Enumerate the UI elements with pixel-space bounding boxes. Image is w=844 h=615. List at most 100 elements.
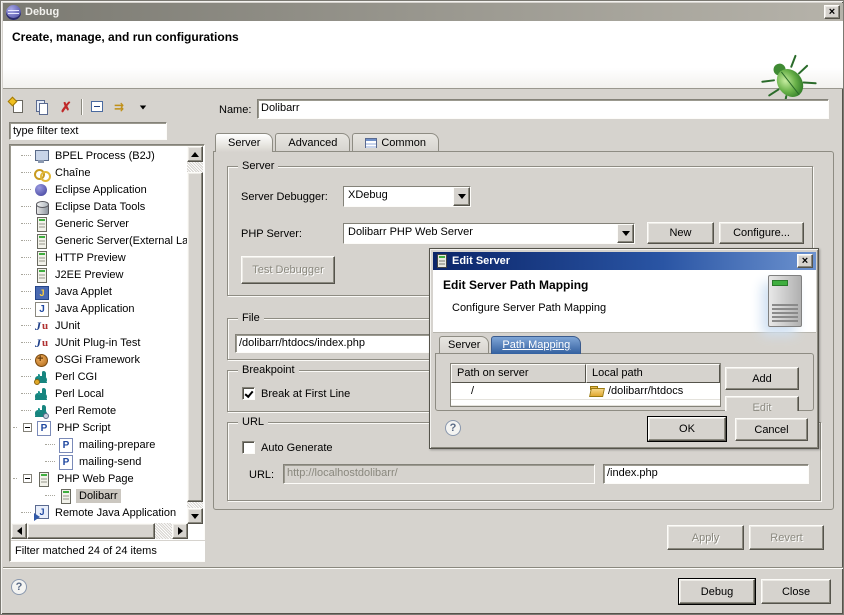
url-base-input[interactable]: http://localhostdolibarr/ <box>283 464 595 484</box>
tree-item-perl-cgi[interactable]: Perl CGI <box>11 368 189 385</box>
tree-item-generic-server[interactable]: Generic Server <box>11 215 189 232</box>
auto-generate-checkbox[interactable] <box>242 441 255 454</box>
server-debugger-select[interactable]: XDebug <box>343 186 471 207</box>
tree-connector <box>21 274 31 275</box>
configure-server-button[interactable]: Configure... <box>719 222 804 244</box>
tree-connector <box>45 495 55 496</box>
url-path-input[interactable]: /index.php <box>603 464 809 484</box>
tab-common[interactable]: Common <box>352 133 439 152</box>
window-close-icon[interactable]: × <box>824 5 840 19</box>
collapse-all-icon[interactable] <box>89 98 107 116</box>
tree-vertical-scrollbar[interactable] <box>187 146 203 524</box>
tree-connector <box>21 410 31 411</box>
tree-item-j2ee-preview[interactable]: J2EE Preview <box>11 266 189 283</box>
chevron-down-icon[interactable] <box>453 187 470 206</box>
debug-button[interactable]: Debug <box>679 579 755 604</box>
table-header-row: Path on server Local path <box>451 364 720 383</box>
tab-server[interactable]: Server <box>215 133 273 152</box>
help-icon[interactable]: ? <box>11 579 27 595</box>
close-button[interactable]: Close <box>761 579 831 604</box>
perl-cgi-icon <box>33 369 49 385</box>
column-path-on-server[interactable]: Path on server <box>451 364 586 383</box>
column-local-path[interactable]: Local path <box>586 364 720 383</box>
add-mapping-button[interactable]: Add <box>725 367 799 390</box>
new-server-button[interactable]: New <box>647 222 714 244</box>
collapse-expander-icon[interactable] <box>23 474 32 483</box>
configurations-toolbar: ✗ ⇉ <box>9 95 147 119</box>
name-input[interactable]: Dolibarr <box>257 99 829 119</box>
tree-item-label: Eclipse Application <box>52 183 150 197</box>
cancel-button[interactable]: Cancel <box>735 418 808 441</box>
tree-item-http-preview[interactable]: HTTP Preview <box>11 249 189 266</box>
tree-connector <box>21 359 31 360</box>
vertical-scroll-thumb[interactable] <box>187 172 203 502</box>
dialog-tab-path-mapping[interactable]: Path Mapping <box>491 336 581 354</box>
tree-connector <box>21 512 31 513</box>
edit-server-dialog: Edit Server × Edit Server Path Mapping C… <box>429 248 819 449</box>
scroll-left-icon[interactable] <box>11 523 27 539</box>
server-icon <box>35 471 51 487</box>
tree-item-junit[interactable]: JUnit <box>11 317 189 334</box>
tree-item-java-application[interactable]: Java Application <box>11 300 189 317</box>
dialog-help-icon[interactable]: ? <box>445 420 461 436</box>
eclipse-app-icon <box>6 5 21 20</box>
tree-connector <box>21 376 31 377</box>
tree-item-php-web-page[interactable]: PHP Web Page <box>11 470 189 487</box>
tree-item-mailing-prepare[interactable]: mailing-prepare <box>11 436 189 453</box>
tree-item-perl-remote[interactable]: Perl Remote <box>11 402 189 419</box>
tab-advanced[interactable]: Advanced <box>275 133 350 152</box>
filter-configurations-icon[interactable]: ⇉ <box>113 98 131 116</box>
tree-item-eclipse-application[interactable]: Eclipse Application <box>11 181 189 198</box>
tree-item-osgi-framework[interactable]: OSGi Framework <box>11 351 189 368</box>
server-icon <box>33 267 49 283</box>
folder-icon <box>590 386 604 396</box>
dialog-heading: Edit Server Path Mapping <box>443 278 588 292</box>
scroll-up-icon[interactable] <box>187 146 203 162</box>
applet-icon <box>33 284 49 300</box>
apply-button[interactable]: Apply <box>667 525 744 550</box>
tree-item-bpel-process-b2j[interactable]: BPEL Process (B2J) <box>11 147 189 164</box>
break-first-line-checkbox[interactable] <box>242 387 255 400</box>
test-debugger-button[interactable]: Test Debugger <box>241 256 335 284</box>
tree-item-perl-local[interactable]: Perl Local <box>11 385 189 402</box>
tree-connector <box>21 172 31 173</box>
scroll-down-icon[interactable] <box>187 508 203 524</box>
tree-item-junit-plug-in-test[interactable]: JUnit Plug-in Test <box>11 334 189 351</box>
server-tower-icon <box>768 275 802 327</box>
tree-connector <box>21 257 31 258</box>
new-configuration-icon[interactable] <box>9 98 27 116</box>
dialog-titlebar[interactable]: Edit Server × <box>433 252 816 270</box>
tree-horizontal-scrollbar[interactable] <box>11 523 188 539</box>
ok-button[interactable]: OK <box>648 417 726 441</box>
tree-item-java-applet[interactable]: Java Applet <box>11 283 189 300</box>
tree-item-remote-java-application[interactable]: Remote Java Application <box>11 504 189 521</box>
path-mapping-row[interactable]: //dolibarr/htdocs <box>451 383 720 400</box>
dialog-close-icon[interactable]: × <box>797 254 813 268</box>
revert-button[interactable]: Revert <box>749 525 824 550</box>
tree-item-label: Java Applet <box>52 285 115 299</box>
server-icon <box>437 254 447 268</box>
tree-item-php-script[interactable]: PHP Script <box>11 419 189 436</box>
scroll-right-icon[interactable] <box>172 523 188 539</box>
tree-item-generic-server-external-la[interactable]: Generic Server(External La <box>11 232 189 249</box>
tree-item-eclipse-data-tools[interactable]: Eclipse Data Tools <box>11 198 189 215</box>
tree-item-cha-ne[interactable]: Chaîne <box>11 164 189 181</box>
delete-configuration-icon[interactable]: ✗ <box>57 98 75 116</box>
duplicate-configuration-icon[interactable] <box>33 98 51 116</box>
php-server-select[interactable]: Dolibarr PHP Web Server <box>343 223 635 244</box>
window-titlebar[interactable]: Debug × <box>3 3 843 21</box>
filter-menu-chevron-icon[interactable] <box>140 105 146 109</box>
filter-input[interactable]: type filter text <box>9 122 167 140</box>
tree-connector <box>21 342 31 343</box>
eclipse-icon <box>33 182 49 198</box>
tree-connector <box>13 427 17 428</box>
horizontal-scroll-thumb[interactable] <box>27 523 155 539</box>
collapse-expander-icon[interactable] <box>23 423 32 432</box>
tree-item-label: HTTP Preview <box>52 251 129 265</box>
tree-connector <box>21 325 31 326</box>
tree-item-mailing-send[interactable]: mailing-send <box>11 453 189 470</box>
chevron-down-icon[interactable] <box>617 224 634 243</box>
dialog-tab-server[interactable]: Server <box>439 336 489 354</box>
tree-item-dolibarr[interactable]: Dolibarr <box>11 487 189 504</box>
window-title: Debug <box>25 6 59 18</box>
